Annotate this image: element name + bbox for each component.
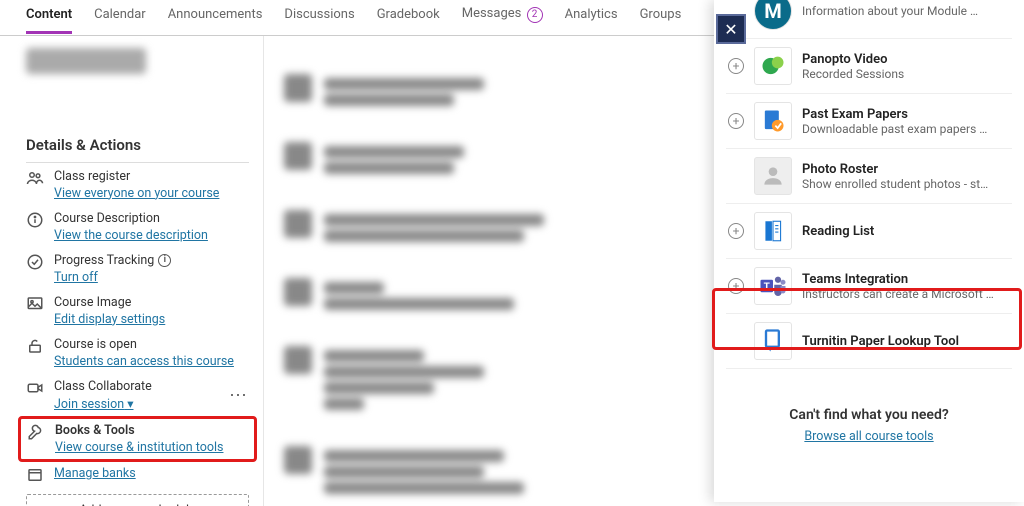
books-tools-item: Books & Tools View course & institution … — [27, 423, 248, 455]
books-tools-highlight: Books & Tools View course & institution … — [18, 416, 257, 462]
course-description-item: Course Description View the course descr… — [26, 211, 249, 243]
add-icon[interactable]: + — [728, 58, 744, 74]
past-exam-icon — [754, 102, 792, 140]
tools-panel: M Information about your Module … + Pano… — [714, 0, 1024, 502]
tab-gradebook[interactable]: Gradebook — [377, 7, 440, 26]
add-icon[interactable]: + — [728, 223, 744, 239]
close-icon: ✕ — [724, 20, 737, 39]
reading-list-icon — [754, 212, 792, 250]
svg-text:T: T — [764, 282, 770, 293]
tab-groups[interactable]: Groups — [640, 7, 682, 26]
manage-banks-item: Manage banks — [26, 466, 249, 484]
manage-banks-link[interactable]: Manage banks — [54, 466, 136, 481]
panel-footer: Can't find what you need? Browse all cou… — [726, 407, 1012, 444]
check-circle-icon — [26, 253, 44, 271]
tool-photo-roster-desc: Show enrolled student photos - st… — [802, 177, 1010, 191]
wrench-icon — [27, 423, 45, 441]
view-course-description-link[interactable]: View the course description — [54, 228, 208, 243]
turn-off-link[interactable]: Turn off — [54, 270, 171, 285]
edit-display-settings-link[interactable]: Edit display settings — [54, 312, 165, 327]
bank-icon — [26, 466, 44, 484]
tool-photo-roster[interactable]: Photo Roster Show enrolled student photo… — [726, 149, 1012, 204]
photo-roster-icon — [754, 157, 792, 195]
tab-announcements[interactable]: Announcements — [168, 7, 263, 26]
course-image-title: Course Image — [54, 295, 165, 310]
tab-discussions[interactable]: Discussions — [284, 7, 354, 26]
tool-teams[interactable]: + T Teams Integration Instructors can cr… — [726, 259, 1012, 314]
tab-messages[interactable]: Messages 2 — [462, 6, 543, 27]
view-everyone-link[interactable]: View everyone on your course — [54, 186, 219, 201]
tool-teams-name: Teams Integration — [802, 272, 1010, 287]
tool-past-exam-desc: Downloadable past exam papers … — [802, 122, 1010, 136]
tool-module-info[interactable]: M Information about your Module … — [726, 0, 1012, 39]
tool-past-exam-name: Past Exam Papers — [802, 107, 1010, 122]
students-access-link[interactable]: Students can access this course — [54, 354, 234, 369]
course-open-title: Course is open — [54, 337, 234, 352]
teams-icon: T — [754, 267, 792, 305]
tool-module-info-desc: Information about your Module … — [802, 4, 1010, 18]
browse-all-tools-link[interactable]: Browse all course tools — [804, 429, 933, 444]
panopto-icon — [754, 47, 792, 85]
progress-tracking-item: Progress Tracking i Turn off — [26, 253, 249, 285]
tool-panopto[interactable]: + Panopto Video Recorded Sessions — [726, 39, 1012, 94]
unlock-icon — [26, 337, 44, 355]
add-icon[interactable]: + — [728, 278, 744, 294]
join-session-link[interactable]: Join session ▾ — [54, 396, 152, 412]
cant-find-heading: Can't find what you need? — [726, 407, 1012, 423]
class-register-item: Class register View everyone on your cou… — [26, 169, 249, 201]
course-description-title: Course Description — [54, 211, 208, 226]
class-register-title: Class register — [54, 169, 219, 184]
turnitin-icon — [754, 322, 792, 360]
camera-icon — [26, 379, 44, 397]
tool-panopto-name: Panopto Video — [802, 52, 1010, 67]
tool-panopto-desc: Recorded Sessions — [802, 67, 1010, 81]
tool-teams-desc: Instructors can create a Microsoft … — [802, 287, 1010, 301]
progress-tracking-title: Progress Tracking i — [54, 253, 171, 268]
course-image-item: Course Image Edit display settings — [26, 295, 249, 327]
module-info-icon: M — [754, 0, 792, 30]
tool-reading-list-name: Reading List — [802, 224, 1010, 239]
tool-past-exam[interactable]: + Past Exam Papers Downloadable past exa… — [726, 94, 1012, 149]
tool-reading-list[interactable]: + Reading List — [726, 204, 1012, 259]
add-course-schedule-button[interactable]: Add course schedule — [26, 494, 249, 506]
image-icon — [26, 295, 44, 313]
redacted-header — [26, 48, 146, 74]
tab-analytics[interactable]: Analytics — [565, 7, 618, 26]
class-collaborate-title: Class Collaborate — [54, 379, 152, 394]
help-icon[interactable]: i — [158, 254, 171, 267]
add-icon[interactable]: + — [728, 113, 744, 129]
people-icon — [26, 169, 44, 187]
tool-turnitin-name: Turnitin Paper Lookup Tool — [802, 334, 1010, 349]
tool-photo-roster-name: Photo Roster — [802, 162, 1010, 177]
tab-content[interactable]: Content — [26, 7, 72, 26]
collaborate-more-icon[interactable]: ⋯ — [229, 385, 247, 406]
details-actions-heading: Details & Actions — [26, 136, 249, 154]
tab-calendar[interactable]: Calendar — [94, 7, 146, 26]
books-tools-title: Books & Tools — [55, 423, 223, 438]
class-collaborate-item: Class Collaborate Join session ▾ ⋯ — [26, 379, 249, 412]
course-open-item: Course is open Students can access this … — [26, 337, 249, 369]
info-icon — [26, 211, 44, 229]
view-course-tools-link[interactable]: View course & institution tools — [55, 440, 223, 455]
messages-badge: 2 — [527, 7, 543, 23]
details-sidebar: Details & Actions Class register View ev… — [0, 36, 264, 506]
close-panel-button[interactable]: ✕ — [716, 14, 746, 44]
tool-turnitin[interactable]: Turnitin Paper Lookup Tool — [726, 314, 1012, 369]
